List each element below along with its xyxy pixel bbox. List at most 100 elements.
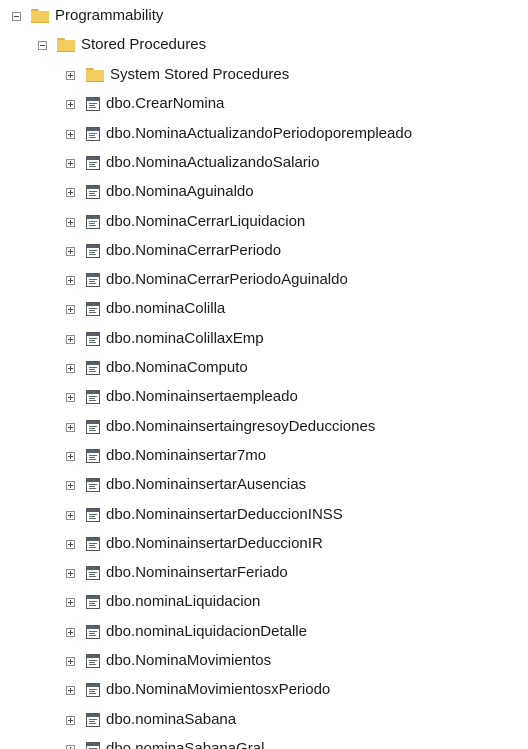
tree-node-stored-procedure[interactable]: dbo.nominaLiquidacion — [66, 591, 260, 613]
stored-procedure-icon — [86, 742, 100, 749]
stored-procedure-icon — [86, 625, 100, 639]
tree-node-label: dbo.NominaCerrarPeriodoAguinaldo — [106, 271, 348, 288]
stored-procedure-icon — [86, 654, 100, 668]
expand-toggle-icon[interactable] — [66, 480, 75, 490]
expand-toggle-icon[interactable] — [66, 451, 75, 461]
stored-procedure-icon — [86, 215, 100, 229]
tree-node-label: dbo.NominaCerrarPeriodo — [106, 242, 282, 259]
folder-icon — [86, 68, 104, 82]
tree-node-stored-procedure[interactable]: dbo.nominaLiquidacionDetalle — [66, 621, 307, 643]
tree-node-programmability[interactable]: Programmability — [12, 5, 163, 27]
tree-node-stored-procedure[interactable]: dbo.NominainsertarAusencias — [66, 474, 306, 496]
tree-node-label: dbo.NominaMovimientos — [106, 652, 272, 669]
expand-toggle-icon[interactable] — [66, 627, 75, 637]
tree-node-stored-procedure[interactable]: dbo.NominainsertaingresoyDeducciones — [66, 416, 375, 438]
tree-node-stored-procedure[interactable]: dbo.NominainsertarDeduccionIR — [66, 533, 323, 555]
expand-toggle-icon[interactable] — [66, 246, 75, 256]
tree-node-stored-procedure[interactable]: dbo.nominaColilla — [66, 298, 225, 320]
tree-node-label: dbo.NominainsertarFeriado — [106, 564, 288, 581]
tree-node-label: dbo.CrearNomina — [106, 95, 225, 112]
expand-toggle-icon[interactable] — [66, 392, 75, 402]
stored-procedure-icon — [86, 420, 100, 434]
expand-toggle-icon[interactable] — [66, 744, 75, 749]
stored-procedure-icon — [86, 127, 100, 141]
tree-node-label: dbo.nominaSabanaGral — [106, 740, 265, 749]
expand-toggle-icon[interactable] — [66, 715, 75, 725]
expand-toggle-icon[interactable] — [66, 275, 75, 285]
tree-node-label: dbo.NominainsertarDeduccionINSS — [106, 506, 343, 523]
tree-node-label: dbo.NominaActualizandoPeriodoporempleado — [106, 125, 413, 142]
stored-procedure-icon — [86, 332, 100, 346]
expand-toggle-icon[interactable] — [66, 304, 75, 314]
tree-node-stored-procedure[interactable]: dbo.NominaMovimientosxPeriodo — [66, 679, 330, 701]
expand-toggle-icon[interactable] — [66, 158, 75, 168]
stored-procedure-icon — [86, 449, 100, 463]
stored-procedure-icon — [86, 508, 100, 522]
tree-node-stored-procedure[interactable]: dbo.NominainsertarDeduccionINSS — [66, 504, 343, 526]
tree-node-label: dbo.nominaLiquidacionDetalle — [106, 623, 307, 640]
tree-node-system-stored-procedures[interactable]: System Stored Procedures — [66, 64, 289, 86]
tree-node-stored-procedure[interactable]: dbo.NominaMovimientos — [66, 650, 271, 672]
expand-toggle-icon[interactable] — [66, 187, 75, 197]
tree-node-stored-procedure[interactable]: dbo.nominaSabanaGral — [66, 738, 264, 749]
tree-node-stored-procedure[interactable]: dbo.nominaSabana — [66, 709, 236, 731]
expand-toggle-icon[interactable] — [66, 99, 75, 109]
stored-procedure-icon — [86, 537, 100, 551]
tree-node-label: dbo.nominaColilla — [106, 300, 226, 317]
tree-node-stored-procedure[interactable]: dbo.Nominainsertar7mo — [66, 445, 266, 467]
expand-toggle-icon[interactable] — [66, 363, 75, 373]
tree-node-stored-procedure[interactable]: dbo.NominaAguinaldo — [66, 181, 254, 203]
expand-toggle-icon[interactable] — [66, 656, 75, 666]
expand-toggle-icon[interactable] — [66, 422, 75, 432]
expand-toggle-icon[interactable] — [66, 539, 75, 549]
tree-node-stored-procedure[interactable]: dbo.NominaActualizandoSalario — [66, 152, 319, 174]
tree-node-label: dbo.NominaCerrarLiquidacion — [106, 213, 306, 230]
tree-node-stored-procedure[interactable]: dbo.NominaCerrarPeriodo — [66, 240, 281, 262]
expand-toggle-icon[interactable] — [66, 334, 75, 344]
tree-node-stored-procedure[interactable]: dbo.Nominainsertaempleado — [66, 386, 298, 408]
expand-toggle-icon[interactable] — [66, 685, 75, 695]
tree-node-label: Programmability — [55, 7, 164, 24]
stored-procedure-icon — [86, 713, 100, 727]
collapse-toggle-icon[interactable] — [12, 11, 21, 21]
tree-node-stored-procedure[interactable]: dbo.NominaCerrarLiquidacion — [66, 211, 305, 233]
tree-node-label: dbo.NominaMovimientosxPeriodo — [106, 681, 331, 698]
tree-node-label: dbo.NominaActualizandoSalario — [106, 154, 320, 171]
tree-node-label: dbo.nominaColillaxEmp — [106, 330, 264, 347]
stored-procedure-icon — [86, 97, 100, 111]
stored-procedure-icon — [86, 566, 100, 580]
tree-node-label: dbo.nominaLiquidacion — [106, 593, 261, 610]
tree-node-label: dbo.NominainsertaingresoyDeducciones — [106, 418, 376, 435]
expand-toggle-icon[interactable] — [66, 129, 75, 139]
stored-procedure-icon — [86, 390, 100, 404]
expand-toggle-icon[interactable] — [66, 217, 75, 227]
stored-procedure-icon — [86, 478, 100, 492]
tree-node-stored-procedure[interactable]: dbo.CrearNomina — [66, 93, 224, 115]
expand-toggle-icon[interactable] — [66, 510, 75, 520]
stored-procedure-icon — [86, 244, 100, 258]
expand-toggle-icon[interactable] — [66, 70, 75, 80]
stored-procedure-icon — [86, 595, 100, 609]
stored-procedure-icon — [86, 361, 100, 375]
expand-toggle-icon[interactable] — [66, 597, 75, 607]
tree-node-stored-procedure[interactable]: dbo.NominaComputo — [66, 357, 248, 379]
tree-node-stored-procedure[interactable]: dbo.nominaColillaxEmp — [66, 328, 264, 350]
stored-procedure-icon — [86, 185, 100, 199]
object-explorer-tree: Programmability Stored Procedures System… — [0, 0, 528, 749]
expand-toggle-icon[interactable] — [66, 568, 75, 578]
stored-procedure-icon — [86, 156, 100, 170]
tree-node-label: dbo.nominaSabana — [106, 711, 237, 728]
tree-node-stored-procedure[interactable]: dbo.NominaActualizandoPeriodoporempleado — [66, 123, 412, 145]
collapse-toggle-icon[interactable] — [38, 40, 47, 50]
tree-node-stored-procedure[interactable]: dbo.NominainsertarFeriado — [66, 562, 288, 584]
tree-node-label: dbo.Nominainsertar7mo — [106, 447, 267, 464]
tree-node-label: dbo.NominainsertarDeduccionIR — [106, 535, 323, 552]
tree-node-label: dbo.NominainsertarAusencias — [106, 476, 307, 493]
tree-node-stored-procedures[interactable]: Stored Procedures — [38, 34, 206, 56]
tree-node-label: dbo.NominaAguinaldo — [106, 183, 254, 200]
stored-procedure-icon — [86, 302, 100, 316]
tree-node-stored-procedure[interactable]: dbo.NominaCerrarPeriodoAguinaldo — [66, 269, 348, 291]
tree-node-label: Stored Procedures — [81, 36, 207, 53]
tree-node-label: System Stored Procedures — [110, 66, 290, 83]
stored-procedure-icon — [86, 683, 100, 697]
